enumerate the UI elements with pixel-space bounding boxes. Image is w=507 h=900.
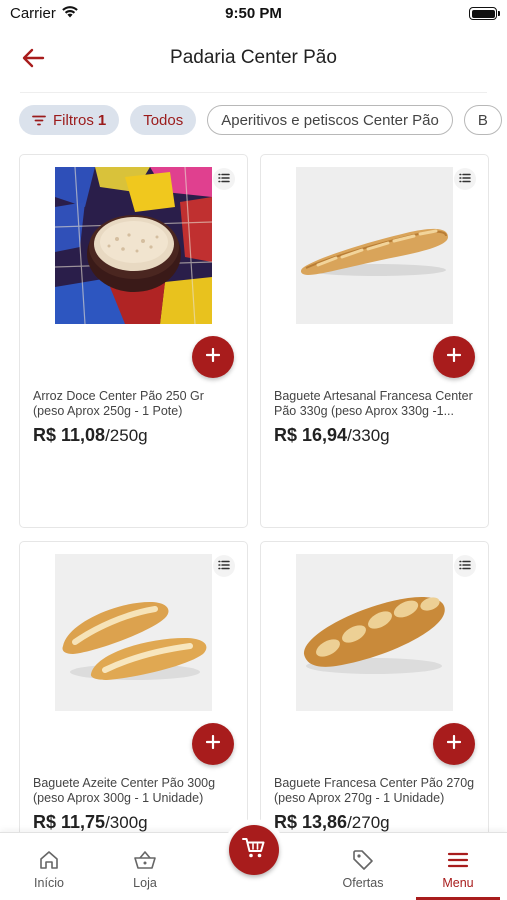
product-name[interactable]: Arroz Doce Center Pão 250 Gr (peso Aprox…: [33, 389, 235, 418]
plus-icon: [205, 734, 221, 754]
add-to-cart-button[interactable]: [433, 723, 475, 765]
basket-icon: [133, 848, 157, 872]
price-unit: /270g: [347, 813, 390, 832]
nav-inicio-label: Início: [34, 876, 64, 890]
price-value: R$ 16,94: [274, 425, 348, 445]
chip-aperitivos-label: Aperitivos e petiscos Center Pão: [221, 111, 439, 129]
nav-ofertas[interactable]: Ofertas: [332, 833, 394, 900]
tag-icon: [352, 848, 374, 872]
product-card[interactable]: Baguete Artesanal Francesa Center Pão 33…: [260, 154, 489, 528]
product-image-baguete-francesa[interactable]: [296, 554, 453, 711]
nav-ofertas-label: Ofertas: [342, 876, 384, 890]
product-name[interactable]: Baguete Francesa Center Pão 270g (peso A…: [274, 776, 476, 805]
product-details-button[interactable]: [213, 168, 235, 190]
app-header: Padaria Center Pão: [0, 34, 507, 84]
product-details-button[interactable]: [454, 168, 476, 190]
price-value: R$ 11,08: [33, 425, 106, 445]
product-price: R$ 16,94/330g: [274, 425, 390, 446]
product-details-button[interactable]: [454, 555, 476, 577]
clock: 9:50 PM: [225, 5, 282, 22]
add-to-cart-button[interactable]: [192, 723, 234, 765]
chip-todos[interactable]: Todos: [130, 105, 197, 135]
filters-chip[interactable]: Filtros 1: [19, 105, 120, 135]
list-icon: [459, 557, 471, 575]
chip-todos-label: Todos: [143, 111, 184, 129]
list-icon: [218, 557, 230, 575]
plus-icon: [446, 347, 462, 367]
chip-next-category-label: B: [477, 111, 488, 129]
filter-icon: [32, 115, 46, 126]
battery-icon: [469, 7, 500, 20]
price-unit: /330g: [347, 426, 390, 445]
page-title: Padaria Center Pão: [170, 47, 337, 68]
hamburger-menu-icon: [447, 848, 469, 872]
nav-loja[interactable]: Loja: [114, 833, 176, 900]
cart-button[interactable]: [229, 825, 279, 875]
chip-aperitivos[interactable]: Aperitivos e petiscos Center Pão: [207, 105, 453, 135]
product-price: R$ 11,08/250g: [33, 425, 148, 446]
price-unit: /300g: [105, 813, 148, 832]
list-icon: [218, 170, 230, 188]
nav-inicio[interactable]: Início: [18, 833, 80, 900]
product-name[interactable]: Baguete Azeite Center Pão 300g (peso Apr…: [33, 776, 235, 805]
add-to-cart-button[interactable]: [433, 336, 475, 378]
price-unit: /250g: [105, 426, 148, 445]
product-card[interactable]: Arroz Doce Center Pão 250 Gr (peso Aprox…: [19, 154, 248, 528]
category-chips: Filtros 1 Todos Aperitivos e petiscos Ce…: [19, 105, 507, 135]
filters-chip-label: Filtros: [53, 111, 94, 129]
list-icon: [459, 170, 471, 188]
product-image-baguete-artesanal[interactable]: [296, 167, 453, 324]
header-divider: [20, 92, 487, 93]
home-icon: [38, 848, 60, 872]
nav-loja-label: Loja: [133, 876, 157, 890]
chip-next-category[interactable]: B: [463, 105, 502, 135]
price-value: R$ 13,86: [274, 812, 348, 832]
cart-button-wrapper: [223, 819, 285, 881]
price-value: R$ 11,75: [33, 812, 106, 832]
status-bar: Carrier 9:50 PM: [0, 0, 507, 28]
product-price: R$ 11,75/300g: [33, 812, 148, 833]
plus-icon: [205, 347, 221, 367]
screen: Carrier 9:50 PM Padaria Center Pão Filtr…: [0, 0, 507, 900]
product-name[interactable]: Baguete Artesanal Francesa Center Pão 33…: [274, 389, 476, 418]
nav-menu[interactable]: Menu: [416, 833, 500, 900]
filters-count: 1: [97, 111, 107, 129]
product-price: R$ 13,86/270g: [274, 812, 390, 833]
product-image-baguete-azeite[interactable]: [55, 554, 212, 711]
cart-icon: [242, 837, 266, 864]
add-to-cart-button[interactable]: [192, 336, 234, 378]
product-image-arroz-doce[interactable]: [55, 167, 212, 324]
nav-menu-label: Menu: [442, 876, 474, 890]
product-details-button[interactable]: [213, 555, 235, 577]
plus-icon: [446, 734, 462, 754]
